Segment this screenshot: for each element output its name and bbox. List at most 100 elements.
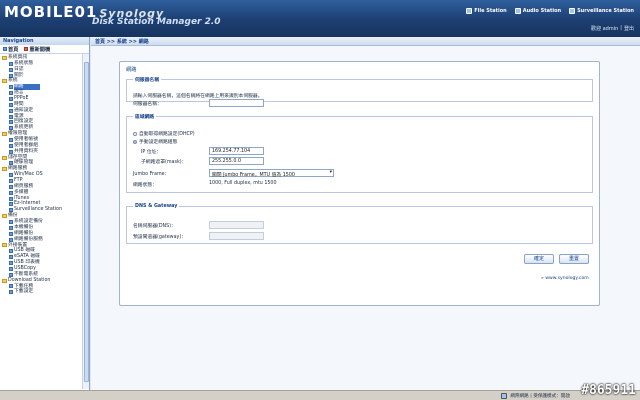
page-icon <box>9 290 13 295</box>
ip-label: IP 位址： <box>141 150 162 155</box>
page-icon <box>9 73 13 78</box>
audio-station-label: Audio Station <box>522 8 562 14</box>
page-icon <box>9 91 13 96</box>
folder-icon <box>2 132 7 137</box>
page-icon <box>9 102 13 107</box>
nav-scrollbar[interactable] <box>82 54 89 389</box>
page-icon <box>9 143 13 148</box>
server-name-section: 伺服器名稱 請輸入伺服器名稱，這個名稱將在網路上用來識別本伺服器。 伺服器名稱： <box>126 76 593 107</box>
logout-link[interactable]: 登出 <box>624 25 634 32</box>
reboot-icon <box>24 47 29 51</box>
jumbo-label: Jumbo Frame： <box>133 172 170 177</box>
dhcp-label: 自動取得網路設定(DHCP) <box>139 132 195 137</box>
page-icon <box>9 126 13 131</box>
reboot-label: 重新開機 <box>29 46 51 53</box>
nav-toolbar: 首頁 重新開機 <box>0 45 89 54</box>
status-value: 1000, Full duplex, mtu 1500 <box>209 181 277 186</box>
server-name-input[interactable] <box>209 99 264 107</box>
audio-station-icon <box>514 8 521 14</box>
page-icon <box>9 190 13 195</box>
subnet-mask-input[interactable]: 255.255.0.0 <box>209 157 264 165</box>
surveillance-station-icon <box>569 8 576 14</box>
main-content: 首頁 >> 系統 >> 網路 網路 伺服器名稱 請輸入伺服器名稱，這個名稱將在網… <box>91 37 640 390</box>
folder-icon <box>2 167 7 172</box>
page-icon <box>9 184 13 189</box>
manual-radio[interactable] <box>133 139 137 144</box>
surveillance-station-label: Surveillance Station <box>577 8 634 14</box>
page-icon <box>9 255 13 260</box>
file-station-label: File Station <box>474 8 507 14</box>
lan-section: 區域網路 自動取得網路設定(DHCP) 手動設定網路組態 IP 位址： 169.… <box>126 113 593 193</box>
watermark: #865911 <box>581 383 636 398</box>
nav-item[interactable]: 下載設定 <box>0 289 82 295</box>
page-icon <box>9 272 13 277</box>
dns-gateway-section: DNS & Gateway 名稱伺服器(DNS)： 預設閘道器(gateway)… <box>126 204 593 244</box>
page-icon <box>9 85 13 90</box>
scroll-thumb[interactable] <box>84 62 89 382</box>
nav-label: 下載設定 <box>14 289 34 295</box>
user-line: 歡迎 admin | 登出 <box>591 25 634 32</box>
page-icon <box>9 208 13 213</box>
gateway-label: 預設閘道器(gateway)： <box>133 235 187 240</box>
nav-label: Surveillance Station <box>14 207 62 213</box>
manual-option[interactable]: 手動設定網路組態 <box>133 138 177 145</box>
breadcrumb: 首頁 >> 系統 >> 網路 <box>91 37 640 46</box>
gateway-input[interactable] <box>209 232 264 240</box>
app-title: Disk Station Manager 2.0 <box>92 17 221 27</box>
browser-status-bar: 網際網路 | 受保護模式：開啟 <box>0 390 640 400</box>
site-link-text: www.synology.com <box>545 276 589 281</box>
page-icon <box>9 219 13 224</box>
home-icon <box>3 47 7 51</box>
globe-icon <box>501 393 508 399</box>
folder-icon <box>2 79 7 84</box>
navigation-panel: Navigation 首頁 重新開機 系統資訊 系統狀態 日誌 關於 系統 網路 語言 PPP… <box>0 37 90 390</box>
dns-label: 名稱伺服器(DNS)： <box>133 224 176 229</box>
logo-text: MOBILE01 <box>4 3 98 21</box>
page-icon <box>9 114 13 119</box>
page-icon <box>9 161 13 166</box>
page-icon <box>9 173 13 178</box>
status-label: 網路狀態： <box>133 183 157 188</box>
folder-icon <box>2 155 7 160</box>
nav-tree: 系統資訊 系統狀態 日誌 關於 系統 網路 語言 PPPoE 時間 通知設定 電源 回復設定 系統更新權… <box>0 55 82 295</box>
ok-button[interactable]: 確定 <box>524 254 554 264</box>
page-icon <box>9 284 13 289</box>
folder-icon <box>2 278 7 283</box>
folder-icon <box>2 55 7 60</box>
home-label: 首頁 <box>8 46 19 53</box>
page-icon <box>9 225 13 230</box>
page-icon <box>9 108 13 113</box>
lan-section-legend: 區域網路 <box>135 115 155 120</box>
welcome-text: 歡迎 admin <box>591 26 619 32</box>
page-icon <box>9 61 13 66</box>
page-icon <box>9 261 13 265</box>
server-section-legend: 伺服器名稱 <box>135 78 159 83</box>
reset-button[interactable]: 重置 <box>559 254 589 264</box>
folder-icon <box>2 243 7 248</box>
server-name-label: 伺服器名稱： <box>133 102 162 107</box>
page-icon <box>9 231 13 236</box>
file-station-link[interactable]: File Station <box>466 8 507 14</box>
synology-link[interactable]: » www.synology.com <box>541 276 589 281</box>
app-header: MOBILE01 Synology Disk Station Manager 2.… <box>0 0 640 37</box>
page-icon <box>9 237 13 242</box>
reboot-button[interactable]: 重新開機 <box>24 46 50 53</box>
jumbo-value: 關閉 Jumbo Frame，MTU 值為 1500 <box>212 173 295 178</box>
dns-section-legend: DNS & Gateway <box>135 204 178 209</box>
surveillance-station-link[interactable]: Surveillance Station <box>569 8 634 14</box>
page-icon <box>9 266 13 271</box>
ip-address-input[interactable]: 169.254.77.104 <box>209 147 264 155</box>
chevron-down-icon[interactable]: ▾ <box>330 170 332 175</box>
page-icon <box>9 137 13 142</box>
audio-station-link[interactable]: Audio Station <box>514 8 562 14</box>
page-icon <box>9 249 13 254</box>
separator: | <box>620 25 622 31</box>
dhcp-radio[interactable] <box>133 131 137 136</box>
dhcp-option[interactable]: 自動取得網路設定(DHCP) <box>133 130 195 137</box>
jumbo-frame-select[interactable]: 關閉 Jumbo Frame，MTU 值為 1500 ▾ <box>209 169 334 178</box>
page-icon <box>9 96 13 101</box>
manual-label: 手動設定網路組態 <box>139 140 178 145</box>
file-station-icon <box>466 8 473 14</box>
dns-input[interactable] <box>209 221 264 229</box>
home-button[interactable]: 首頁 <box>3 46 18 53</box>
